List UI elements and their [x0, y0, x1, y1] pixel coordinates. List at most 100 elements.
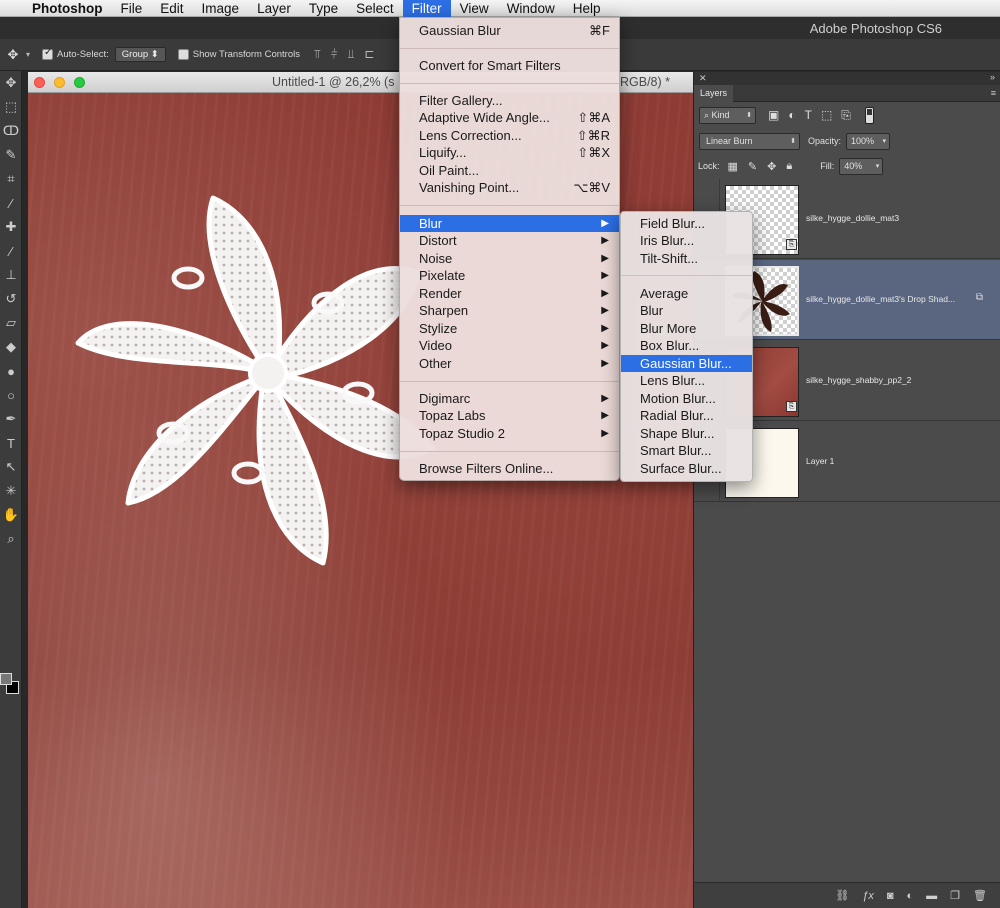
lasso-tool-icon[interactable]: ↀ [0, 119, 22, 143]
pixel-filter-icon[interactable]: ▣ [768, 108, 779, 123]
trash-icon[interactable]: 🗑︎ [973, 889, 987, 902]
menu-item-filter-gallery[interactable]: Filter Gallery... [400, 92, 619, 109]
move-tool-icon[interactable]: ✥ [0, 47, 26, 63]
menu-view[interactable]: View [451, 0, 498, 17]
zoom-window-button[interactable] [74, 77, 85, 88]
align-vcenter-icon[interactable]: ⫩ [331, 47, 338, 62]
marquee-tool-icon[interactable]: ⬚ [0, 95, 22, 119]
menu-item-blur-more[interactable]: Blur More [621, 320, 752, 337]
menu-item-blur[interactable]: Blur ▶ [400, 215, 619, 232]
quick-select-tool-icon[interactable]: ✎ [0, 143, 22, 167]
move-tool-icon[interactable]: ✥ [0, 71, 22, 95]
menu-item-box-blur[interactable]: Box Blur... [621, 337, 752, 354]
menu-item-field-blur[interactable]: Field Blur... [621, 215, 752, 232]
menu-photoshop[interactable]: Photoshop [30, 0, 112, 17]
type-tool-icon[interactable]: T [0, 431, 22, 455]
blur-tool-icon[interactable]: ● [0, 359, 22, 383]
menu-item-radial-blur[interactable]: Radial Blur... [621, 407, 752, 424]
auto-select-checkbox[interactable] [42, 47, 54, 60]
zoom-tool-icon[interactable]: ⌕ [0, 527, 22, 551]
show-transform-checkbox[interactable] [177, 49, 189, 60]
lock-position-icon[interactable]: ✥ [767, 160, 776, 173]
close-panel-icon[interactable]: ✕ [699, 73, 707, 84]
menu-item-distort[interactable]: Distort ▶ [400, 232, 619, 249]
fx-icon[interactable]: ƒx [862, 890, 874, 902]
history-brush-tool-icon[interactable]: ↺ [0, 287, 22, 311]
align-top-icon[interactable]: ⫪ [314, 47, 321, 62]
menu-file[interactable]: File [112, 0, 152, 17]
menu-item-topaz-labs[interactable]: Topaz Labs ▶ [400, 407, 619, 424]
menu-type[interactable]: Type [300, 0, 347, 17]
filter-toggle[interactable] [864, 106, 874, 124]
menu-item-adaptive-wide-angle[interactable]: Adaptive Wide Angle... ⇧⌘A [400, 109, 619, 126]
menu-item-topaz-studio-2[interactable]: Topaz Studio 2 ▶ [400, 425, 619, 442]
menu-item-shape-blur[interactable]: Shape Blur... [621, 425, 752, 442]
fill-field[interactable]: 40% ▾ [839, 157, 884, 175]
minimize-window-button[interactable] [54, 77, 65, 88]
menu-item-digimarc[interactable]: Digimarc ▶ [400, 390, 619, 407]
shape-filter-icon[interactable]: ⬚ [821, 108, 832, 123]
opacity-field[interactable]: 100% ▾ [846, 132, 891, 150]
eyedropper-tool-icon[interactable]: ⁄ [0, 191, 22, 215]
auto-select-target-dropdown[interactable]: Group ⬍ [114, 47, 166, 62]
menu-item-surface-blur[interactable]: Surface Blur... [621, 460, 752, 477]
smart-object-filter-icon[interactable]: ⎘ [841, 108, 851, 123]
menu-item-vanishing-point[interactable]: Vanishing Point... ⌥⌘V [400, 179, 619, 196]
brush-tool-icon[interactable]: ∕ [0, 239, 22, 263]
menu-item-convert-smart-filters[interactable]: Convert for Smart Filters [400, 57, 619, 74]
stamp-tool-icon[interactable]: ⊥ [0, 263, 22, 287]
menu-layer[interactable]: Layer [248, 0, 300, 17]
menu-item-browse-filters-online[interactable]: Browse Filters Online... [400, 460, 619, 477]
align-left-icon[interactable]: ⊏ [364, 47, 374, 62]
pen-tool-icon[interactable]: ✒ [0, 407, 22, 431]
menu-item-average[interactable]: Average [621, 285, 752, 302]
adjustment-filter-icon[interactable]: ◐ [788, 108, 795, 123]
menu-help[interactable]: Help [564, 0, 610, 17]
layer-effects-icon[interactable]: ⧉ [976, 292, 983, 303]
menu-item-sharpen[interactable]: Sharpen ▶ [400, 302, 619, 319]
layer-name[interactable]: Layer 1 [806, 456, 834, 466]
new-layer-icon[interactable]: ❐ [950, 889, 960, 902]
foreground-color-swatch[interactable] [0, 673, 12, 685]
menu-filter[interactable]: Filter [402, 0, 451, 17]
menu-item-blur-simple[interactable]: Blur [621, 302, 752, 319]
lock-pixels-icon[interactable]: ✎ [748, 160, 757, 173]
new-group-icon[interactable]: ▬ [926, 890, 937, 902]
menu-item-motion-blur[interactable]: Motion Blur... [621, 390, 752, 407]
menu-item-noise[interactable]: Noise ▶ [400, 250, 619, 267]
menu-item-pixelate[interactable]: Pixelate ▶ [400, 267, 619, 284]
crop-tool-icon[interactable]: ⌗ [0, 167, 22, 191]
panel-menu-icon[interactable]: ≡ [991, 88, 996, 98]
paint-bucket-tool-icon[interactable]: ◆ [0, 335, 22, 359]
menu-item-lens-correction[interactable]: Lens Correction... ⇧⌘R [400, 127, 619, 144]
path-select-tool-icon[interactable]: ↖ [0, 455, 22, 479]
eraser-tool-icon[interactable]: ▱ [0, 311, 22, 335]
dodge-tool-icon[interactable]: ○ [0, 383, 22, 407]
menu-window[interactable]: Window [498, 0, 564, 17]
show-transform-group[interactable]: Show Transform Controls [177, 49, 300, 60]
tab-layers[interactable]: Layers [694, 85, 734, 102]
lock-transparency-icon[interactable]: ▦ [728, 160, 738, 173]
adjustment-layer-icon[interactable]: ◐ [907, 890, 914, 902]
layer-name[interactable]: silke_hygge_dollie_mat3's Drop Shad... [806, 294, 955, 304]
menu-item-lens-blur[interactable]: Lens Blur... [621, 372, 752, 389]
tool-preset-caret-icon[interactable]: ▾ [26, 50, 30, 59]
layer-name[interactable]: silke_hygge_shabby_pp2_2 [806, 375, 911, 385]
blend-mode-dropdown[interactable]: Linear Burn ⬍ [699, 132, 800, 150]
kind-filter-dropdown[interactable]: ⌕ Kind ⬍ [699, 106, 756, 124]
menu-item-gaussian-blur[interactable]: Gaussian Blur... [621, 355, 752, 372]
hand-tool-icon[interactable]: ✋ [0, 503, 22, 527]
align-bottom-icon[interactable]: ⫫ [348, 47, 355, 62]
auto-select-group[interactable]: Auto-Select: [42, 47, 109, 60]
menu-image[interactable]: Image [193, 0, 249, 17]
menu-select[interactable]: Select [347, 0, 403, 17]
menu-item-oil-paint[interactable]: Oil Paint... [400, 162, 619, 179]
menu-edit[interactable]: Edit [151, 0, 192, 17]
layer-name[interactable]: silke_hygge_dollie_mat3 [806, 213, 899, 223]
menu-item-gaussian-blur-last[interactable]: Gaussian Blur ⌘F [400, 22, 619, 39]
collapse-panel-icon[interactable]: » [990, 72, 995, 82]
close-window-button[interactable] [34, 77, 45, 88]
menu-item-other[interactable]: Other ▶ [400, 355, 619, 372]
menu-item-iris-blur[interactable]: Iris Blur... [621, 232, 752, 249]
healing-tool-icon[interactable]: ✚ [0, 215, 22, 239]
